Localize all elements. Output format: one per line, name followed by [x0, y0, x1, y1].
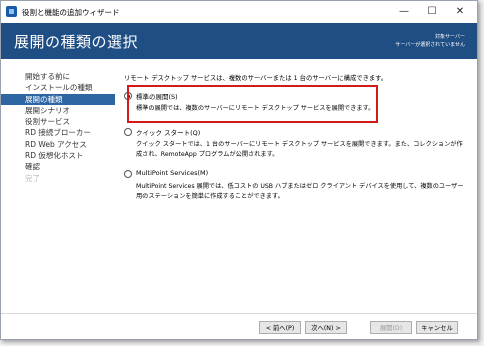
next-button[interactable]: 次へ(N) >	[305, 321, 347, 334]
page-header: 展開の種類の選択 対象サーバー サーバーが選択されていません	[1, 23, 477, 59]
step-confirmation[interactable]: 確認	[7, 161, 115, 172]
previous-button[interactable]: < 前へ(P)	[259, 321, 301, 334]
wizard-window: 役割と機能の追加ウィザード — ☐ ✕ 展開の種類の選択 対象サーバー サーバー…	[0, 0, 478, 340]
window-title: 役割と機能の追加ウィザード	[22, 8, 120, 17]
option-label[interactable]: クイック スタート(Q)	[136, 127, 200, 137]
cancel-button[interactable]: キャンセル	[416, 321, 458, 334]
target-server-label: 対象サーバー	[435, 34, 465, 40]
deploy-button: 展開(D)	[370, 321, 412, 334]
step-deployment-type[interactable]: 展開の種類	[1, 93, 115, 105]
highlight-box	[127, 85, 378, 123]
option-description: クイック スタートでは、1 台のサーバーにリモート デスクトップ サービスを展開…	[136, 141, 463, 158]
step-rd-virtualization-host[interactable]: RD 仮想化ホスト	[7, 150, 115, 161]
title-bar: 役割と機能の追加ウィザード — ☐ ✕	[1, 1, 477, 23]
page-title: 展開の種類の選択	[14, 33, 139, 51]
target-server-value: サーバーが選択されていません	[395, 41, 465, 48]
step-completion: 完了	[25, 173, 40, 183]
maximize-button[interactable]: ☐	[419, 1, 445, 23]
option-label[interactable]: MultiPoint Services(M)	[136, 169, 208, 177]
option-description: MultiPoint Services 展開では、低コストの USB ハブまたは…	[136, 183, 464, 200]
footer-divider	[1, 313, 477, 314]
minimize-button[interactable]: —	[391, 1, 417, 23]
step-before-you-begin[interactable]: 開始する前に	[7, 71, 115, 82]
close-button[interactable]: ✕	[447, 1, 473, 23]
server-manager-icon	[6, 6, 17, 17]
target-server-info: 対象サーバー サーバーが選択されていません	[395, 34, 465, 49]
step-installation-type[interactable]: インストールの種類	[7, 82, 115, 93]
step-deployment-scenario[interactable]: 展開シナリオ	[7, 105, 115, 116]
radio-multipoint-services[interactable]	[124, 170, 132, 178]
main-content: リモート デスクトップ サービスは、複数のサーバーまたは 1 台のサーバーに構成…	[124, 73, 472, 200]
wizard-steps: 開始する前に インストールの種類 展開の種類 展開シナリオ 役割サービス RD …	[1, 71, 115, 184]
radio-quick-start[interactable]	[124, 128, 132, 136]
step-rd-connection-broker[interactable]: RD 接続ブローカー	[7, 127, 115, 138]
intro-text: リモート デスクトップ サービスは、複数のサーバーまたは 1 台のサーバーに構成…	[124, 75, 388, 82]
step-rd-web-access[interactable]: RD Web アクセス	[7, 139, 115, 150]
step-role-services[interactable]: 役割サービス	[7, 116, 115, 127]
